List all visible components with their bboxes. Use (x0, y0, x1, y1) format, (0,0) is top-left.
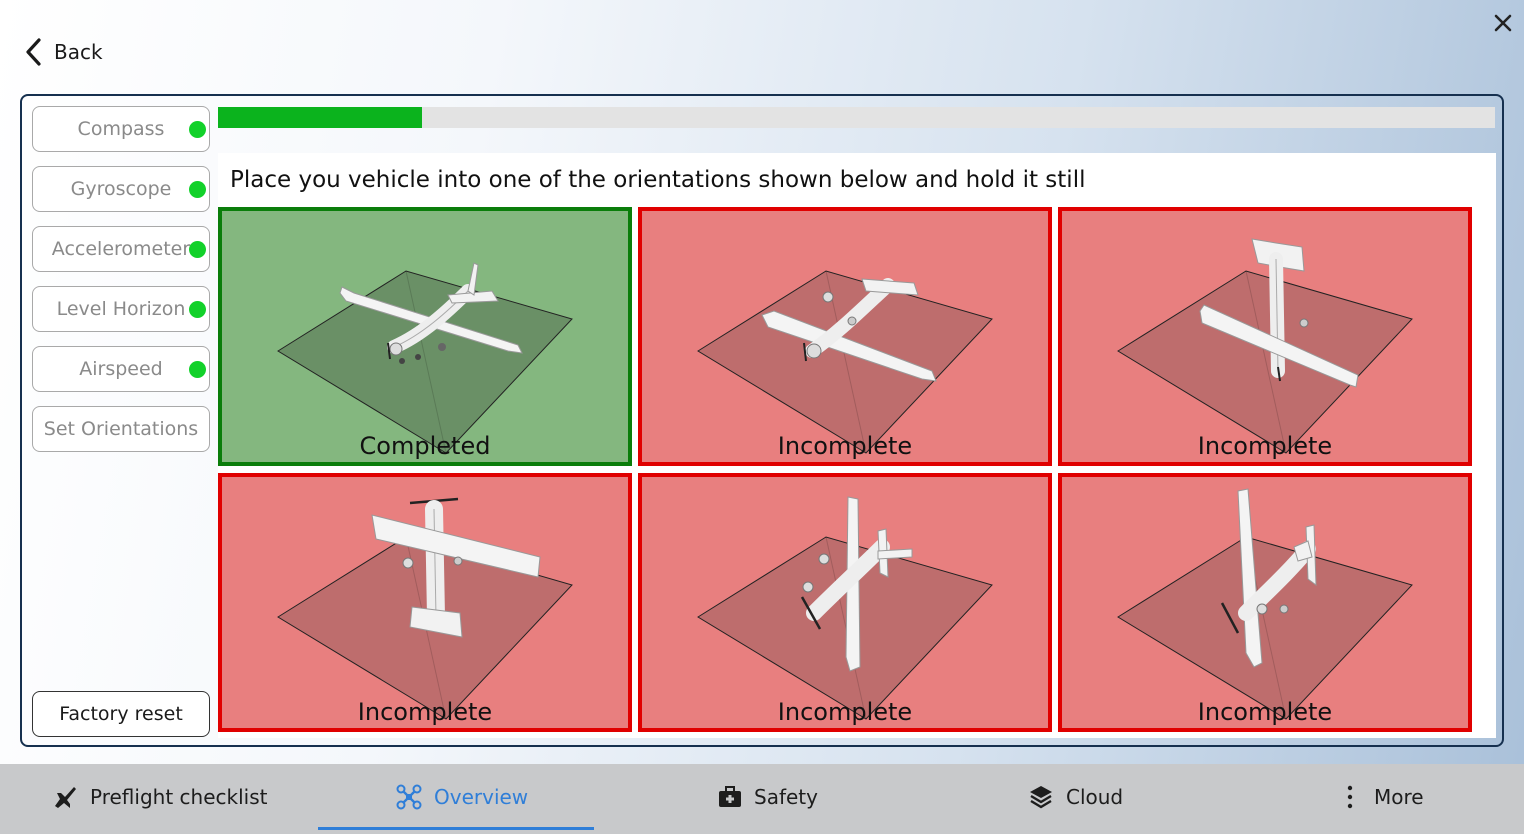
chevron-left-icon (26, 38, 41, 66)
nav-label: Safety (754, 785, 818, 809)
sidebar-item-label: Compass (77, 118, 165, 140)
factory-reset-label: Factory reset (59, 703, 183, 725)
checklist-plane-icon (55, 787, 76, 808)
orientation-status: Completed (359, 432, 491, 460)
orientation-status: Incomplete (1197, 432, 1333, 460)
instruction-text: Place you vehicle into one of the orient… (230, 167, 1086, 193)
factory-reset-button[interactable]: Factory reset (32, 691, 210, 737)
active-tab-indicator (318, 827, 594, 830)
sidebar-item-gyroscope[interactable]: Gyroscope (32, 166, 210, 212)
airplane-right-side-icon (697, 496, 993, 720)
airplane-nose-down-icon (1117, 238, 1413, 454)
orientation-status: Incomplete (777, 432, 913, 460)
sidebar-item-compass[interactable]: Compass (32, 106, 210, 152)
airplane-nose-up-icon (277, 497, 573, 720)
sidebar-item-label: Set Orientations (43, 418, 199, 440)
back-label: Back (54, 40, 103, 64)
airplane-left-side-icon (1117, 488, 1413, 720)
sidebar-item-airspeed[interactable]: Airspeed (32, 346, 210, 392)
orientation-tile-right-side: Incomplete (638, 473, 1052, 732)
back-button[interactable]: Back (24, 36, 103, 68)
status-indicator (189, 301, 206, 318)
layers-icon (1030, 786, 1052, 809)
nav-label: Cloud (1066, 785, 1124, 809)
nav-label: Preflight checklist (90, 785, 268, 809)
sidebar-item-label: Airspeed (79, 358, 163, 380)
close-icon (1494, 14, 1512, 32)
airplane-inverted-icon (697, 270, 993, 454)
nav-more[interactable]: More (1338, 764, 1424, 830)
nav-label: Overview (434, 785, 529, 809)
sidebar-item-label: Level Horizon (56, 298, 186, 320)
orientation-tile-nose-down: Incomplete (1058, 207, 1472, 466)
nav-safety[interactable]: Safety (718, 764, 818, 830)
status-indicator (189, 361, 206, 378)
orientation-status: Incomplete (1197, 698, 1333, 726)
orientation-tile-nose-up: Incomplete (218, 473, 632, 732)
sidebar-item-accelerometer[interactable]: Accelerometer (32, 226, 210, 272)
bottom-navigation: Preflight checklist Overview Safety Clou… (0, 764, 1524, 834)
nav-cloud[interactable]: Cloud (1028, 764, 1123, 830)
sidebar-item-set-orientations[interactable]: Set Orientations (32, 406, 210, 452)
orientation-tile-level: Completed (218, 207, 632, 466)
orientation-tile-left-side: Incomplete (1058, 473, 1472, 732)
nav-overview[interactable]: Overview (396, 764, 528, 830)
orientation-status: Incomplete (357, 698, 493, 726)
sidebar-item-label: Accelerometer (51, 238, 191, 260)
close-button[interactable] (1490, 10, 1516, 36)
nav-preflight-checklist[interactable]: Preflight checklist (52, 764, 267, 830)
status-indicator (189, 181, 206, 198)
status-indicator (189, 241, 206, 258)
drone-icon (396, 784, 422, 810)
more-vertical-icon (1347, 785, 1353, 809)
orientation-status: Incomplete (777, 698, 913, 726)
sidebar-item-label: Gyroscope (70, 178, 172, 200)
orientation-content: Place you vehicle into one of the orient… (218, 153, 1496, 738)
first-aid-kit-icon (719, 786, 741, 807)
orientation-tile-inverted: Incomplete (638, 207, 1052, 466)
calibration-progress-bar (218, 107, 1495, 128)
sidebar-item-level-horizon[interactable]: Level Horizon (32, 286, 210, 332)
status-indicator (189, 121, 206, 138)
progress-fill (218, 107, 423, 128)
nav-label: More (1374, 785, 1424, 809)
airplane-level-icon (277, 262, 573, 454)
